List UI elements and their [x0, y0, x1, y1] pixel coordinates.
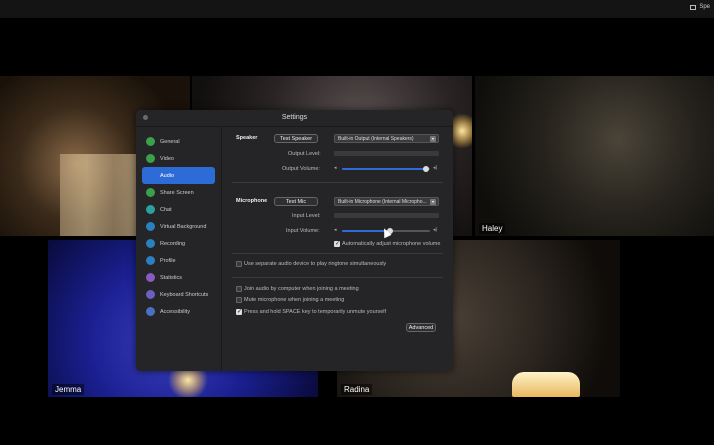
sidebar-item-share-screen[interactable]: Share Screen	[142, 184, 215, 201]
recording-icon	[146, 239, 155, 248]
speaker-section-label: Speaker	[236, 135, 258, 141]
audio-settings-panel: Speaker Test Speaker Built-in Output (In…	[232, 127, 447, 371]
dialog-titlebar: Settings	[136, 110, 453, 127]
join-audio-label: Join audio by computer when joining a me…	[244, 286, 359, 292]
sidebar-item-keyboard-shortcuts[interactable]: Keyboard Shortcuts	[142, 286, 215, 303]
input-level-label: Input Level:	[292, 213, 321, 219]
top-bar: Spe	[0, 0, 714, 18]
sidebar-item-chat[interactable]: Chat	[142, 201, 215, 218]
background-icon	[146, 222, 155, 231]
output-volume-fill	[342, 168, 426, 170]
video-icon	[146, 154, 155, 163]
volume-low-icon: ◂	[334, 227, 337, 233]
output-volume-slider[interactable]	[342, 166, 430, 172]
advanced-button[interactable]: Advanced	[406, 323, 436, 332]
keyboard-icon	[146, 290, 155, 299]
participant-name: Jemma	[52, 384, 85, 395]
section-divider	[232, 253, 443, 254]
microphone-device-select[interactable]: Built-in Microphone (Internal Micropho..…	[334, 197, 439, 206]
share-screen-icon	[146, 188, 155, 197]
join-audio-checkbox[interactable]	[236, 286, 242, 292]
section-divider	[232, 277, 443, 278]
sidebar-item-label: Accessibility	[160, 308, 190, 315]
candle	[512, 372, 580, 397]
sidebar-item-accessibility[interactable]: Accessibility	[142, 303, 215, 320]
settings-dialog: Settings General Video Audio Share Screen Ch…	[136, 110, 453, 371]
output-volume-knob[interactable]	[422, 166, 429, 172]
input-level-meter	[334, 213, 439, 218]
sidebar-item-label: Virtual Background	[160, 223, 207, 230]
dialog-title: Settings	[281, 114, 308, 121]
profile-icon	[146, 256, 155, 265]
sidebar-item-label: Recording	[160, 240, 186, 247]
sidebar-item-label: Profile	[160, 257, 176, 264]
volume-low-icon: ◂	[334, 165, 337, 171]
sidebar-item-recording[interactable]: Recording	[142, 235, 215, 252]
chevron-down-icon: ▾	[430, 199, 436, 205]
sidebar-item-virtual-background[interactable]: Virtual Background	[142, 218, 215, 235]
sidebar-item-label: Video	[160, 155, 174, 162]
speaker-view-toggle[interactable]: Spe	[690, 4, 710, 10]
mute-on-join-label: Mute microphone when joining a meeting	[244, 297, 345, 303]
separate-ringtone-checkbox[interactable]	[236, 261, 242, 267]
chat-icon	[146, 205, 155, 214]
volume-high-icon: ◂)	[433, 165, 438, 171]
sidebar-item-video[interactable]: Video	[142, 150, 215, 167]
microphone-section-label: Microphone	[236, 198, 268, 204]
participant-name: Haley	[479, 223, 506, 234]
space-unmute-checkbox[interactable]	[236, 308, 242, 315]
sidebar-item-label: Chat	[160, 206, 172, 213]
mute-on-join-checkbox[interactable]	[236, 297, 242, 303]
output-volume-label: Output Volume:	[282, 166, 320, 172]
auto-adjust-checkbox[interactable]	[334, 240, 340, 247]
sidebar-item-general[interactable]: General	[142, 133, 215, 150]
separate-ringtone-label: Use separate audio device to play ringto…	[244, 261, 387, 267]
test-mic-button[interactable]: Test Mic	[274, 197, 318, 206]
chevron-down-icon: ▾	[430, 136, 436, 142]
sidebar-item-label: General	[160, 138, 180, 145]
settings-sidebar: General Video Audio Share Screen Chat Virtual…	[136, 127, 222, 371]
participant-name: Radina	[341, 384, 373, 395]
output-level-label: Output Level:	[288, 151, 321, 157]
accessibility-icon	[146, 307, 155, 316]
statistics-icon	[146, 273, 155, 282]
background-curtain	[60, 154, 140, 236]
headphones-icon	[146, 171, 155, 180]
auto-adjust-label: Automatically adjust microphone volume	[342, 241, 441, 247]
grid-icon	[690, 4, 697, 10]
volume-high-icon: ◂)	[433, 227, 438, 233]
speaker-device-value: Built-in Output (Internal Speakers)	[338, 135, 414, 142]
speaker-device-select[interactable]: Built-in Output (Internal Speakers) ▾	[334, 134, 439, 143]
sidebar-item-label: Audio	[160, 172, 175, 179]
test-speaker-button[interactable]: Test Speaker	[274, 134, 318, 143]
video-tile[interactable]: Haley	[475, 76, 714, 236]
section-divider	[232, 182, 443, 183]
gear-icon	[146, 137, 155, 146]
sidebar-item-profile[interactable]: Profile	[142, 252, 215, 269]
sidebar-item-label: Keyboard Shortcuts	[160, 291, 209, 298]
space-unmute-label: Press and hold SPACE key to temporarily …	[244, 309, 387, 315]
speaker-view-label: Spe	[699, 4, 710, 10]
sidebar-item-audio[interactable]: Audio	[142, 167, 215, 184]
sidebar-item-label: Statistics	[160, 274, 183, 281]
output-level-meter	[334, 151, 439, 156]
input-volume-label: Input Volume:	[286, 228, 320, 234]
microphone-device-value: Built-in Microphone (Internal Micropho..…	[338, 198, 427, 205]
sidebar-item-label: Share Screen	[160, 189, 194, 196]
sidebar-item-statistics[interactable]: Statistics	[142, 269, 215, 286]
